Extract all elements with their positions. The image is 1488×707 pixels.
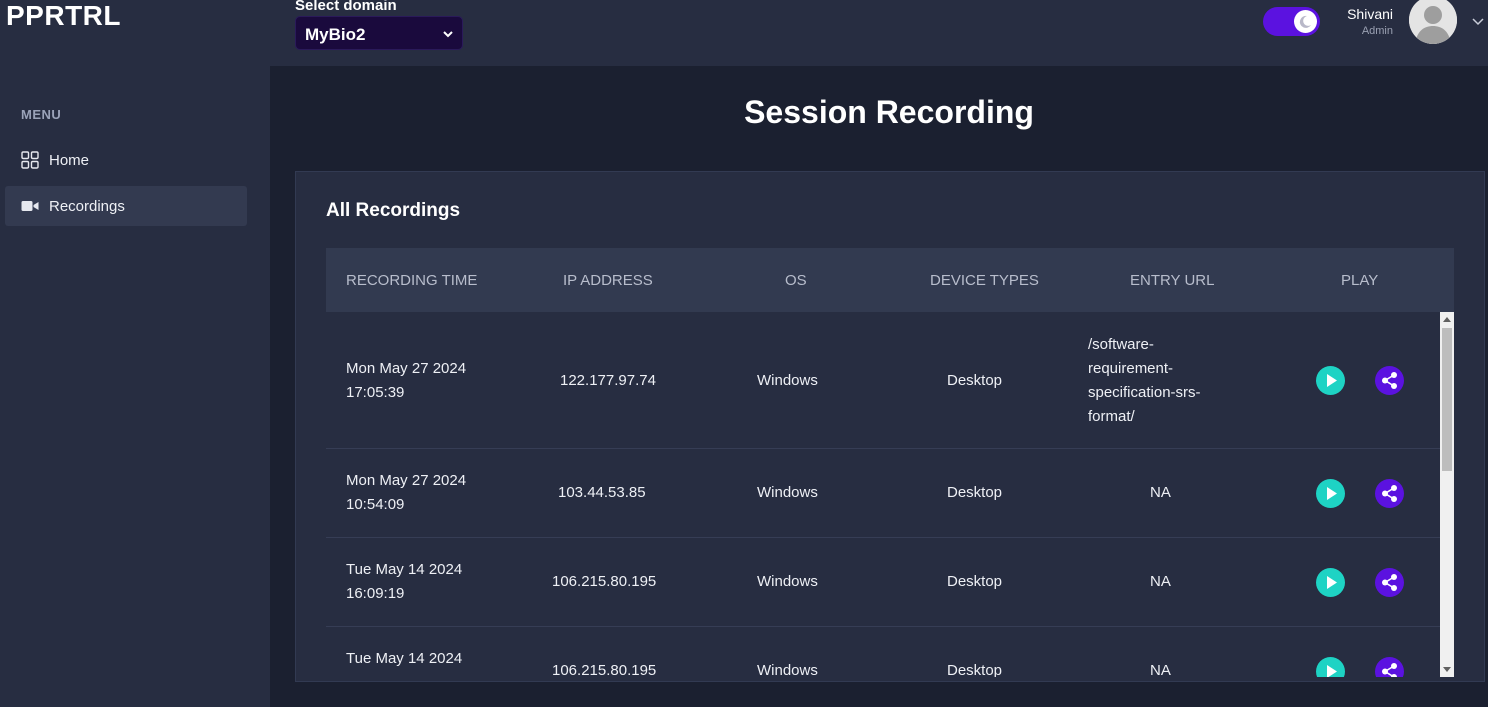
entry-url: NA	[1150, 573, 1171, 590]
page-title: Session Recording	[744, 94, 1034, 130]
play-button[interactable]	[1316, 657, 1345, 677]
card-title: All Recordings	[326, 200, 461, 221]
device-type: Desktop	[947, 662, 1003, 677]
play-button[interactable]	[1316, 568, 1345, 597]
user-name: Shivani	[1347, 6, 1393, 22]
play-button[interactable]	[1316, 366, 1345, 395]
column-header: ENTRY URL	[1130, 272, 1215, 289]
user-role: Admin	[1361, 25, 1393, 37]
sidebar-item-recordings[interactable]: Recordings	[5, 186, 247, 226]
play-icon	[1327, 487, 1337, 500]
share-button[interactable]	[1375, 479, 1404, 508]
brand-logo[interactable]: PPRTRL	[6, 0, 121, 32]
video-camera-icon	[21, 201, 39, 211]
toggle-knob	[1294, 10, 1317, 33]
chevron-down-icon[interactable]	[1471, 14, 1485, 28]
user-avatar-icon	[1409, 0, 1457, 44]
share-icon	[1382, 485, 1397, 502]
table-row: Mon May 27 2024 10:54:09 103.44.53.85 Wi…	[326, 449, 1440, 538]
chevron-down-icon	[443, 31, 453, 38]
recording-time: Mon May 27 2024 17:05:39	[346, 360, 467, 401]
scroll-down-arrow-icon[interactable]	[1443, 665, 1451, 673]
table-row: Tue May 14 2024 106.215.80.195 Windows D…	[326, 627, 1440, 677]
play-button[interactable]	[1316, 479, 1345, 508]
column-header: DEVICE TYPES	[930, 272, 1039, 289]
entry-url: NA	[1150, 484, 1171, 501]
os: Windows	[757, 484, 818, 501]
device-type: Desktop	[947, 372, 1003, 389]
table-header: RECORDING TIME IP ADDRESS OS DEVICE TYPE…	[326, 248, 1454, 312]
column-header: PLAY	[1341, 272, 1379, 289]
top-bar: PPRTRL Select domain MyBio2 Shivani Admi…	[0, 0, 1488, 66]
table-body[interactable]: Mon May 27 2024 17:05:39 122.177.97.74 W…	[326, 312, 1440, 677]
table-row: Tue May 14 2024 16:09:19 106.215.80.195 …	[326, 538, 1440, 627]
os: Windows	[757, 662, 818, 677]
sidebar-item-label: Home	[49, 151, 90, 169]
column-header: OS	[785, 272, 807, 289]
dark-mode-toggle[interactable]	[1263, 7, 1320, 36]
sidebar: MENU Home Recordings	[0, 66, 270, 707]
ip-address: 122.177.97.74	[560, 372, 656, 389]
scrollbar-thumb[interactable]	[1442, 328, 1452, 471]
scroll-up-arrow-icon[interactable]	[1443, 316, 1451, 324]
table-scrollbar[interactable]	[1440, 312, 1454, 677]
device-type: Desktop	[947, 484, 1003, 501]
recording-time: Mon May 27 2024 10:54:09	[346, 472, 467, 513]
ip-address: 106.215.80.195	[552, 662, 657, 677]
share-button[interactable]	[1375, 568, 1404, 597]
entry-url: NA	[1150, 662, 1171, 677]
menu-label: MENU	[21, 107, 62, 122]
share-icon	[1382, 372, 1397, 389]
domain-select[interactable]: MyBio2	[295, 16, 463, 50]
column-header: IP ADDRESS	[563, 272, 653, 289]
share-icon	[1382, 663, 1397, 677]
share-button[interactable]	[1375, 657, 1404, 677]
play-icon	[1327, 576, 1337, 589]
grid-icon	[21, 151, 39, 169]
entry-url: /software-requirement-specification-srs-…	[1088, 336, 1201, 425]
ip-address: 106.215.80.195	[552, 573, 657, 590]
recording-time: Tue May 14 2024	[346, 650, 463, 667]
moon-icon	[1299, 15, 1311, 28]
sidebar-item-label: Recordings	[49, 197, 125, 215]
domain-select-label: Select domain	[295, 0, 397, 14]
play-icon	[1327, 374, 1337, 387]
column-header: RECORDING TIME	[346, 272, 478, 289]
os: Windows	[757, 372, 818, 389]
avatar[interactable]	[1409, 0, 1457, 44]
share-icon	[1382, 574, 1397, 591]
os: Windows	[757, 573, 818, 590]
share-button[interactable]	[1375, 366, 1404, 395]
ip-address: 103.44.53.85	[558, 484, 646, 501]
sidebar-item-home[interactable]: Home	[5, 140, 247, 180]
recording-time: Tue May 14 2024 16:09:19	[346, 561, 463, 602]
play-icon	[1327, 665, 1337, 677]
domain-select-value: MyBio2	[305, 25, 366, 44]
recordings-card: All Recordings RECORDING TIME IP ADDRESS…	[295, 171, 1485, 682]
table-row: Mon May 27 2024 17:05:39 122.177.97.74 W…	[326, 312, 1440, 449]
device-type: Desktop	[947, 573, 1003, 590]
